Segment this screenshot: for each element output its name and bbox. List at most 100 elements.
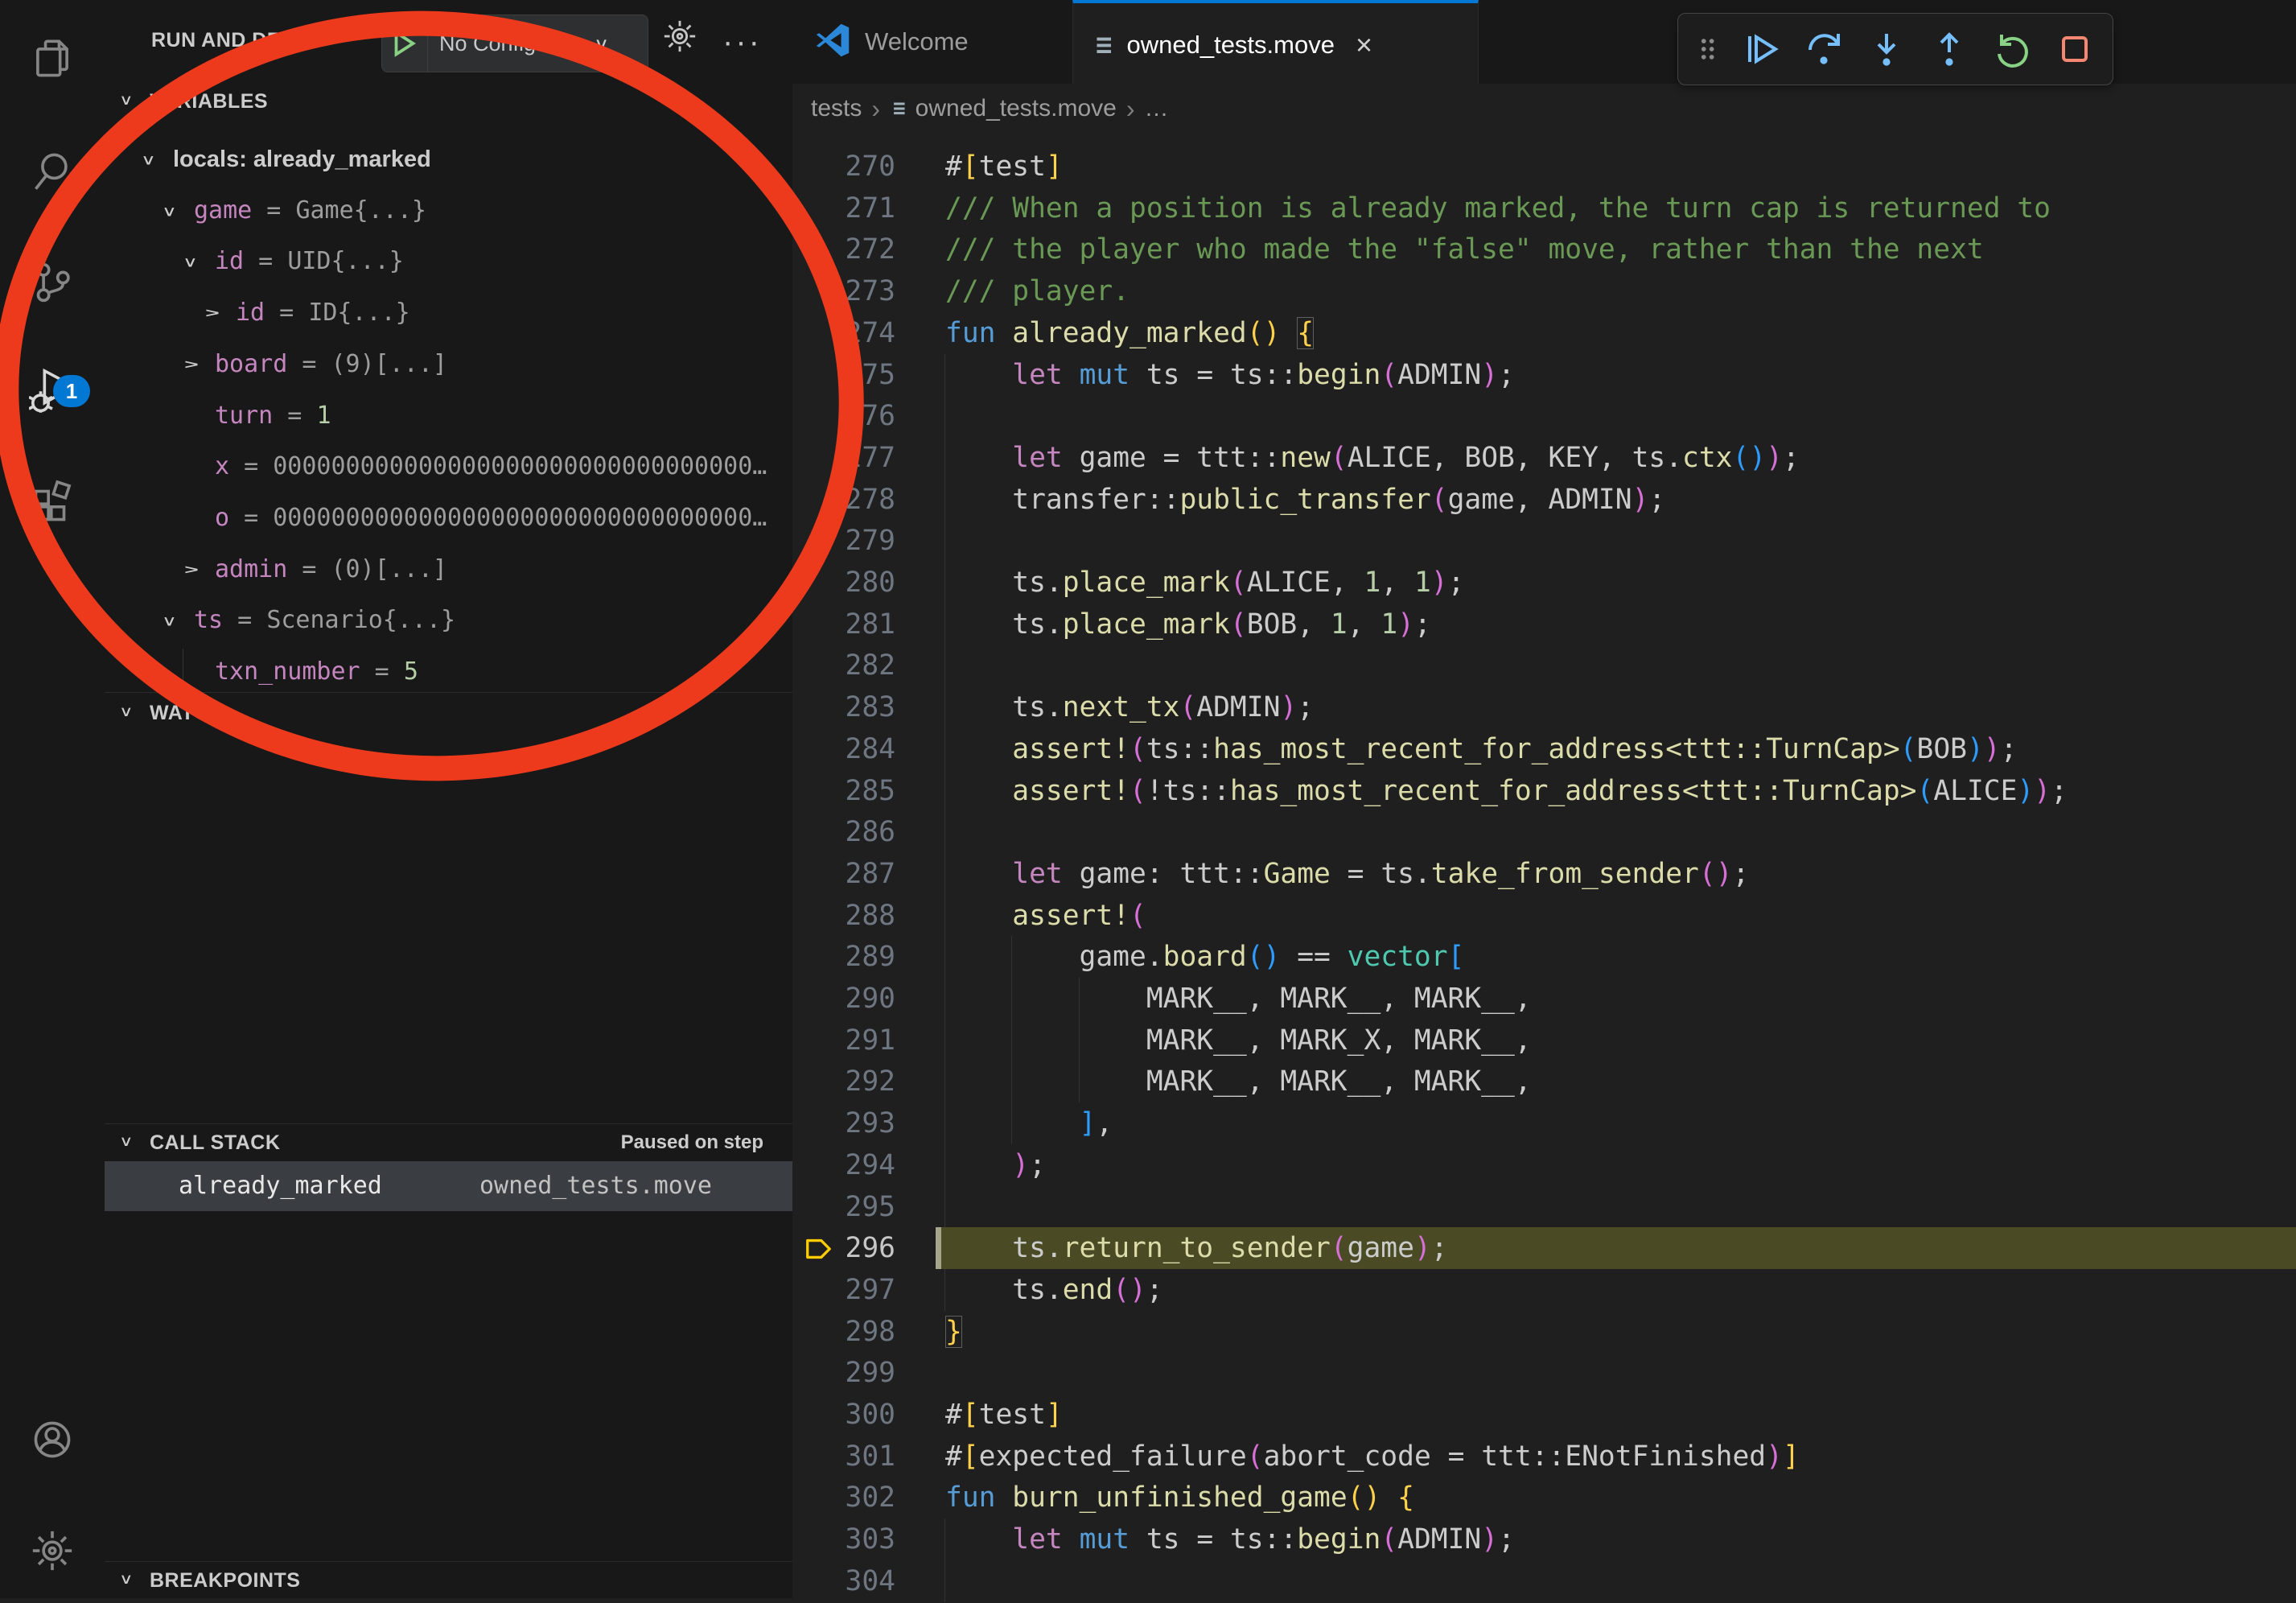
- code-line[interactable]: 291 MARK__, MARK_X, MARK__,: [792, 1020, 2296, 1061]
- call-stack-frame-row[interactable]: already_marked owned_tests.move: [105, 1161, 792, 1211]
- line-number[interactable]: 274: [842, 312, 895, 354]
- line-number[interactable]: 294: [842, 1144, 895, 1186]
- variable-row[interactable]: turn = 1: [105, 390, 903, 442]
- code-line[interactable]: 270#[test]: [792, 146, 2296, 187]
- line-number[interactable]: 279: [842, 520, 895, 562]
- code-line[interactable]: 279: [792, 520, 2296, 562]
- code-line[interactable]: 276: [792, 395, 2296, 437]
- code-line[interactable]: 281 ts.place_mark(BOB, 1, 1);: [792, 604, 2296, 645]
- scope-row[interactable]: ∨locals: already_marked: [105, 134, 861, 185]
- chevron-right-icon[interactable]: ∨: [186, 307, 237, 318]
- code-line[interactable]: 277 let game = ttt::new(ALICE, BOB, KEY,…: [792, 437, 2296, 479]
- code-line[interactable]: 280 ts.place_mark(ALICE, 1, 1);: [792, 562, 2296, 604]
- code-line[interactable]: 299: [792, 1352, 2296, 1394]
- explorer-icon[interactable]: [0, 14, 105, 103]
- line-number[interactable]: 271: [842, 187, 895, 229]
- chevron-right-icon[interactable]: ∨: [165, 564, 216, 575]
- code-line[interactable]: 274fun already_marked() {: [792, 312, 2296, 354]
- code-line[interactable]: 304: [792, 1560, 2296, 1602]
- line-number[interactable]: 299: [842, 1352, 895, 1394]
- code-line[interactable]: 271/// When a position is already marked…: [792, 187, 2296, 229]
- code-line[interactable]: 303 let mut ts = ts::begin(ADMIN);: [792, 1519, 2296, 1560]
- variable-row[interactable]: x = 000000000000000000000000000000000…: [105, 441, 903, 492]
- code-line[interactable]: 301#[expected_failure(abort_code = ttt::…: [792, 1436, 2296, 1477]
- variable-row[interactable]: ∨board = (9)[...]: [105, 339, 903, 390]
- variables-section-header[interactable]: ∨ VARIABLES: [105, 85, 792, 124]
- code-line[interactable]: 288 assert!(: [792, 895, 2296, 937]
- line-number[interactable]: 286: [842, 811, 895, 853]
- variable-row[interactable]: ∨admin = (0)[...]: [105, 544, 903, 595]
- debug-start-icon[interactable]: [382, 15, 428, 72]
- watch-section-header[interactable]: ∨ WATCH: [105, 697, 792, 736]
- source-control-icon[interactable]: [0, 238, 105, 327]
- line-number[interactable]: 304: [842, 1560, 895, 1602]
- code-line[interactable]: 298}: [792, 1311, 2296, 1353]
- line-number[interactable]: 291: [842, 1020, 895, 1061]
- code-line[interactable]: 272/// the player who made the "false" m…: [792, 229, 2296, 270]
- line-number[interactable]: 280: [842, 562, 895, 604]
- code-line[interactable]: 283 ts.next_tx(ADMIN);: [792, 686, 2296, 728]
- restart-button[interactable]: [1987, 24, 2037, 74]
- line-number[interactable]: 278: [842, 479, 895, 521]
- debug-gear-icon[interactable]: [661, 18, 698, 59]
- chevron-down-icon[interactable]: ∨: [183, 244, 198, 280]
- stop-button[interactable]: [2050, 24, 2100, 74]
- code-line[interactable]: 287 let game: ttt::Game = ts.take_from_s…: [792, 853, 2296, 895]
- line-number[interactable]: 270: [842, 146, 895, 187]
- line-number[interactable]: 290: [842, 978, 895, 1020]
- account-icon[interactable]: [0, 1395, 105, 1484]
- line-number[interactable]: 295: [842, 1186, 895, 1228]
- code-line[interactable]: 285 assert!(!ts::has_most_recent_for_add…: [792, 770, 2296, 812]
- line-number[interactable]: 277: [842, 437, 895, 479]
- code-line[interactable]: 290 MARK__, MARK__, MARK__,: [792, 978, 2296, 1020]
- line-number[interactable]: 281: [842, 604, 895, 645]
- line-number[interactable]: 303: [842, 1519, 895, 1560]
- code-line[interactable]: 286: [792, 811, 2296, 853]
- line-number[interactable]: 302: [842, 1477, 895, 1519]
- variable-row[interactable]: txn_number = 5: [105, 646, 903, 698]
- code-line[interactable]: 284 assert!(ts::has_most_recent_for_addr…: [792, 728, 2296, 770]
- debug-config-picker[interactable]: No Configur ∨: [381, 14, 648, 72]
- code-line[interactable]: 278 transfer::public_transfer(game, ADMI…: [792, 479, 2296, 521]
- line-number[interactable]: 272: [842, 229, 895, 270]
- code-line[interactable]: 300#[test]: [792, 1394, 2296, 1436]
- line-number[interactable]: 301: [842, 1436, 895, 1477]
- variable-row[interactable]: ∨game = Game{...}: [105, 185, 882, 237]
- code-line[interactable]: 273/// player.: [792, 270, 2296, 312]
- code-line[interactable]: 295: [792, 1186, 2296, 1228]
- chevron-down-icon[interactable]: ∨: [162, 192, 177, 229]
- continue-button[interactable]: [1736, 24, 1786, 74]
- chevron-right-icon[interactable]: ∨: [165, 359, 216, 369]
- line-number[interactable]: 292: [842, 1061, 895, 1102]
- chevron-down-icon[interactable]: ∨: [141, 142, 156, 178]
- line-number[interactable]: 298: [842, 1311, 895, 1353]
- line-number[interactable]: 300: [842, 1394, 895, 1436]
- code-line[interactable]: 292 MARK__, MARK__, MARK__,: [792, 1061, 2296, 1102]
- line-number[interactable]: 297: [842, 1269, 895, 1311]
- code-line[interactable]: 275 let mut ts = ts::begin(ADMIN);: [792, 354, 2296, 396]
- current-execution-line[interactable]: 296 ts.return_to_sender(game);: [792, 1227, 2296, 1269]
- line-number[interactable]: 289: [842, 936, 895, 978]
- search-icon[interactable]: [0, 127, 105, 216]
- line-number[interactable]: 287: [842, 853, 895, 895]
- run-and-debug-icon[interactable]: 1: [0, 346, 105, 435]
- line-number[interactable]: 285: [842, 770, 895, 812]
- variable-row[interactable]: o = 000000000000000000000000000000000…: [105, 492, 903, 544]
- code-line[interactable]: 302fun burn_unfinished_game() {: [792, 1477, 2296, 1519]
- variable-row[interactable]: ∨id = UID{...}: [105, 236, 903, 287]
- step-out-button[interactable]: [1924, 24, 1974, 74]
- line-number[interactable]: 283: [842, 686, 895, 728]
- line-number[interactable]: 273: [842, 270, 895, 312]
- code-line[interactable]: 297 ts.end();: [792, 1269, 2296, 1311]
- more-actions-icon[interactable]: ···: [722, 24, 762, 60]
- settings-gear-icon[interactable]: [0, 1506, 105, 1595]
- code-line[interactable]: 282: [792, 645, 2296, 686]
- step-into-button[interactable]: [1862, 24, 1911, 74]
- chevron-down-icon[interactable]: ∨: [162, 603, 177, 639]
- variable-row[interactable]: ∨ts = Scenario{...}: [105, 595, 882, 646]
- line-number[interactable]: 284: [842, 728, 895, 770]
- line-number[interactable]: 275: [842, 354, 895, 396]
- extensions-icon[interactable]: [0, 459, 105, 547]
- code-line[interactable]: 294 );: [792, 1144, 2296, 1186]
- line-number[interactable]: 276: [842, 395, 895, 437]
